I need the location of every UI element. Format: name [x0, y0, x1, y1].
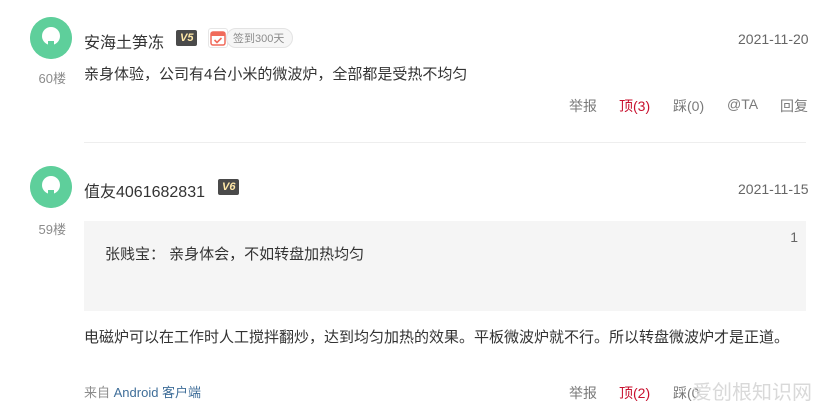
quoted-text: 张贱宝： 亲身体会，不如转盘加热均匀	[105, 246, 365, 263]
upvote-button[interactable]: 顶(3)	[619, 96, 650, 116]
client-link[interactable]: Android 客户端	[114, 385, 201, 400]
avatar[interactable]	[30, 166, 72, 208]
username[interactable]: 安海土笋冻	[84, 29, 164, 53]
sign-in-badge: 签到300天	[226, 28, 294, 48]
quoted-comment: 张贱宝： 亲身体会，不如转盘加热均匀 1	[84, 221, 806, 311]
avatar[interactable]	[30, 17, 72, 59]
floor-number: 59楼	[38, 222, 66, 237]
source-prefix: 来自	[84, 385, 111, 400]
client-source: 来自 Android 客户端	[84, 382, 201, 401]
comment-date: 2021-11-20	[738, 31, 809, 47]
report-button[interactable]: 举报	[569, 383, 597, 403]
site-watermark: 爱创根知识网	[692, 382, 812, 404]
level-badge: V6	[218, 179, 240, 195]
level-badge: V5	[176, 30, 198, 46]
comment-content: 电磁炉可以在工作时人工搅拌翻炒，达到均匀加热的效果。平板微波炉就不行。所以转盘微…	[84, 329, 790, 346]
floor-number: 60楼	[38, 71, 66, 86]
upvote-button[interactable]: 顶(2)	[619, 383, 650, 403]
comment-content: 亲身体验，公司有4台小米的微波炉，全部都是受热不均匀	[84, 66, 468, 83]
comment-date: 2021-11-15	[738, 181, 809, 197]
reply-button[interactable]: 回复	[780, 96, 808, 116]
quote-index: 1	[790, 229, 798, 245]
calendar-check-icon	[208, 28, 228, 48]
avatar-icon	[30, 17, 72, 59]
downvote-button[interactable]: 踩(0)	[673, 96, 704, 116]
mention-button[interactable]: @TA	[727, 96, 758, 112]
avatar-icon	[30, 166, 72, 208]
comment-divider	[84, 142, 806, 143]
username[interactable]: 值友4061682831	[84, 178, 205, 202]
report-button[interactable]: 举报	[569, 96, 597, 116]
